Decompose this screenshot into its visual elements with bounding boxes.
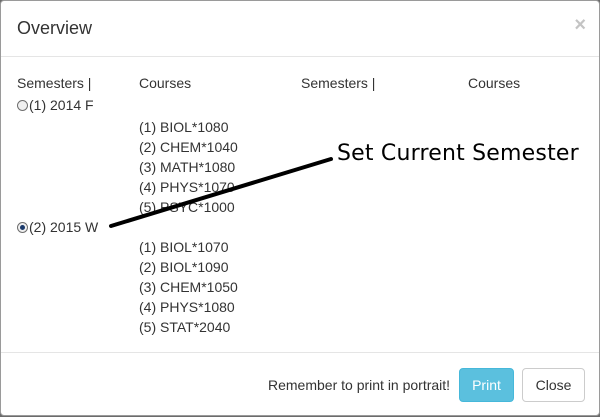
print-note: Remember to print in portrait! bbox=[268, 377, 451, 393]
close-button[interactable]: Close bbox=[522, 368, 585, 402]
print-button[interactable]: Print bbox=[459, 368, 514, 402]
annotation-label: Set Current Semester bbox=[337, 141, 579, 166]
annotation-line bbox=[109, 157, 333, 228]
modal-footer: Remember to print in portrait! Print Clo… bbox=[1, 352, 599, 416]
overview-modal: Overview × Semesters | Courses Semesters… bbox=[0, 0, 600, 416]
